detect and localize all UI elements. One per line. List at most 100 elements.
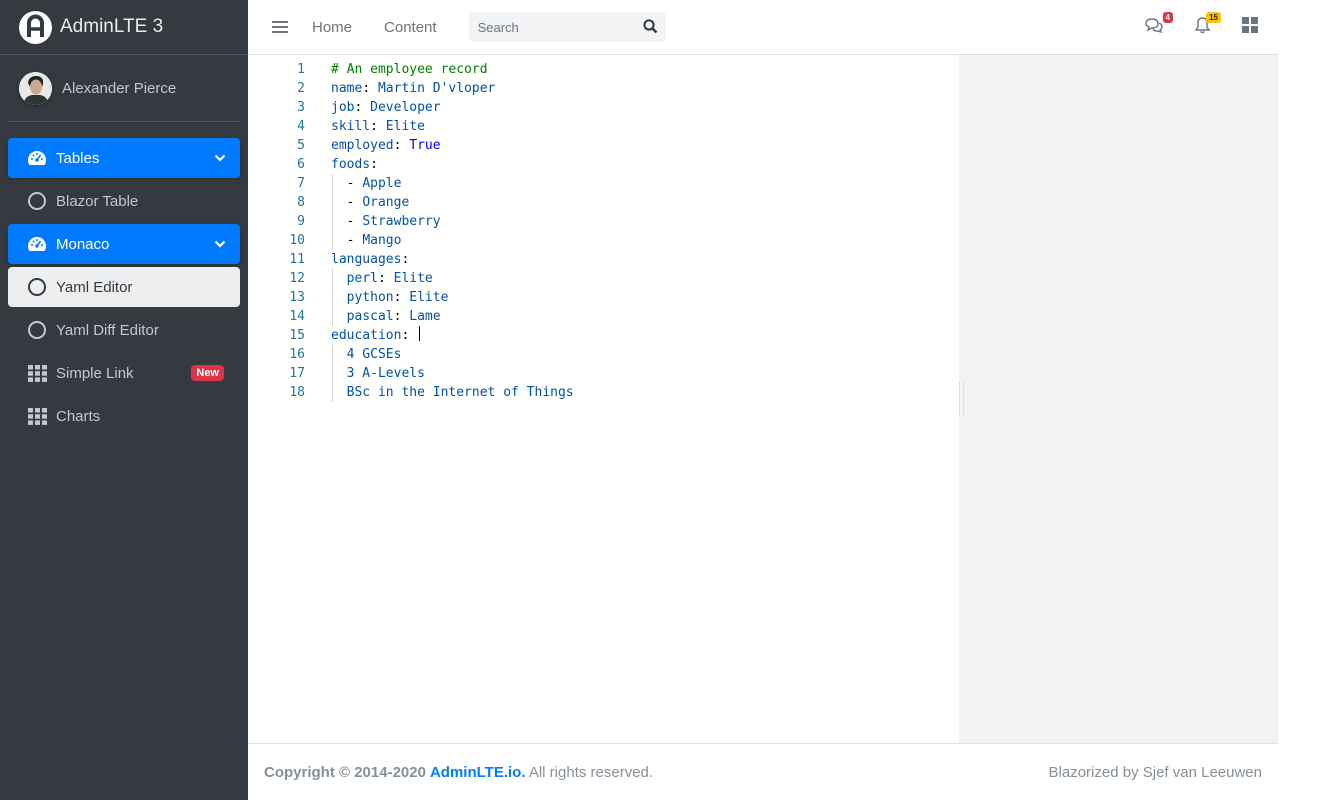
sidebar-item-tables[interactable]: Tables [8, 138, 240, 178]
adminlte-link[interactable]: AdminLTE.io. [430, 764, 526, 781]
line-number: 14 [289, 309, 305, 324]
sidebar-item-charts[interactable]: Charts [8, 396, 240, 436]
sidebar-item-label: Yaml Diff Editor [56, 321, 159, 339]
code-line[interactable]: 4 skill: Elite [248, 117, 425, 136]
code-line[interactable]: 8 - Orange [248, 193, 409, 212]
line-number: 2 [297, 81, 305, 96]
code-text: 3 A-Levels [346, 366, 425, 381]
page-margin [1278, 0, 1341, 800]
line-number: 12 [289, 271, 305, 286]
code-line[interactable]: 17 3 A-Levels [248, 364, 425, 383]
footer: Copyright © 2014-2020 AdminLTE.io. All r… [248, 743, 1278, 800]
code-line[interactable]: 1 # An employee record [248, 60, 487, 79]
code-text: BSc in the Internet of Things [346, 385, 574, 400]
avatar [19, 71, 52, 105]
tachometer-icon [27, 234, 47, 254]
new-badge: New [191, 365, 224, 381]
line-number: 1 [297, 62, 305, 77]
code-line[interactable]: 12 perl: Elite [248, 269, 432, 288]
code-text: pascal: Lame [346, 309, 441, 324]
line-number: 10 [289, 233, 305, 248]
messages-dropdown[interactable]: 4 [1144, 11, 1173, 39]
code-line[interactable]: 6 foods: [248, 155, 378, 174]
code-text: perl: Elite [346, 271, 433, 286]
text-cursor [419, 326, 421, 341]
sidebar-item-monaco[interactable]: Monaco [8, 224, 240, 264]
user-name: Alexander Pierce [62, 79, 177, 97]
grid-icon [27, 406, 47, 426]
nav-link-content[interactable]: Content [384, 19, 437, 36]
content-wrapper: 1 # An employee record 2 name: Martin D'vlo… [248, 55, 1278, 743]
sidebar-item-blazor-table[interactable]: Blazor Table [8, 181, 240, 221]
brand-link[interactable]: AdminLTE 3 [0, 0, 248, 55]
code-line[interactable]: 10 - Mango [248, 231, 401, 250]
code-text: 4 GCSEs [346, 347, 402, 362]
tachometer-icon [27, 148, 47, 168]
circle-icon [27, 277, 47, 297]
brand-title: AdminLTE 3 [60, 16, 164, 37]
sidebar-item-label: Charts [56, 407, 101, 425]
code-text: skill: Elite [331, 119, 425, 134]
line-number: 17 [289, 366, 305, 381]
code-line[interactable]: 5 employed: True [248, 136, 440, 155]
code-text: employed: True [331, 138, 441, 153]
code-line[interactable]: 7 - Apple [248, 174, 401, 193]
line-number: 15 [289, 328, 305, 343]
code-line[interactable]: 9 - Strawberry [248, 212, 440, 231]
line-number: 16 [289, 347, 305, 362]
code-text: - Strawberry [346, 214, 441, 229]
sidebar-item-label: Monaco [56, 235, 110, 253]
line-number: 11 [289, 252, 305, 267]
line-number: 3 [297, 100, 305, 115]
circle-icon [27, 191, 47, 211]
code-line[interactable]: 15 education: [248, 326, 421, 345]
search-input[interactable] [468, 12, 634, 42]
sidebar-item-label: Yaml Editor [56, 278, 133, 296]
search-icon[interactable] [642, 19, 658, 39]
sidebar-item-label: Simple Link [56, 364, 134, 382]
notifications-dropdown[interactable]: 15 [1192, 11, 1221, 38]
sidebar-menu: Tables Blazor Table Monaco Yaml Editor Y… [0, 138, 248, 436]
code-text: job: Developer [331, 100, 441, 115]
code-text: name: Martin D'vloper [331, 81, 496, 96]
line-number: 13 [289, 290, 305, 305]
sidebar-item-yaml-diff-editor[interactable]: Yaml Diff Editor [8, 310, 240, 350]
messages-count-badge: 4 [1162, 11, 1173, 23]
circle-icon [27, 320, 47, 340]
code-text: # An employee record [331, 62, 488, 77]
code-line[interactable]: 11 languages: [248, 250, 409, 269]
code-line[interactable]: 2 name: Martin D'vloper [248, 79, 495, 98]
notifications-count-badge: 15 [1206, 11, 1221, 23]
code-lines: 1 # An employee record 2 name: Martin D'vlo… [248, 60, 573, 402]
code-text: languages: [331, 252, 410, 267]
user-panel[interactable]: Alexander Pierce [8, 55, 240, 122]
credit-text: Blazorized by Sjef van Leeuwen [1048, 763, 1262, 781]
editor-empty-pane [959, 55, 1278, 743]
code-text: - Orange [346, 195, 410, 210]
sidebar: AdminLTE 3 Alexander Pierce Tables Blazo… [0, 0, 248, 800]
rights-text: All rights reserved. [525, 763, 654, 781]
adminlte-logo-icon [19, 10, 52, 44]
sidebar-item-label: Tables [56, 149, 100, 167]
search-box [468, 12, 666, 42]
hamburger-menu-icon[interactable] [272, 21, 288, 33]
sidebar-item-simple-link[interactable]: Simple Link New [8, 353, 240, 393]
copyright-text: Copyright © 2014-2020 [264, 763, 426, 781]
code-line[interactable]: 3 job: Developer [248, 98, 440, 117]
resize-handle[interactable] [959, 383, 964, 415]
chevron-down-icon [214, 236, 226, 253]
top-navbar: Home Content 4 15 [248, 0, 1278, 55]
code-line[interactable]: 14 pascal: Lame [248, 307, 440, 326]
nav-link-home[interactable]: Home [312, 19, 352, 36]
yaml-editor[interactable]: 1 # An employee record 2 name: Martin D'vlo… [248, 55, 959, 743]
comments-icon [1144, 17, 1164, 39]
line-number: 5 [297, 138, 305, 153]
line-number: 18 [289, 385, 305, 400]
code-line[interactable]: 13 python: Elite [248, 288, 448, 307]
grid-icon [27, 363, 47, 383]
sidebar-item-yaml-editor[interactable]: Yaml Editor [8, 267, 240, 307]
control-sidebar-toggle[interactable] [1240, 17, 1260, 38]
code-line[interactable]: 16 4 GCSEs [248, 345, 401, 364]
chevron-down-icon [214, 150, 226, 167]
code-line[interactable]: 18 BSc in the Internet of Things [248, 383, 573, 402]
